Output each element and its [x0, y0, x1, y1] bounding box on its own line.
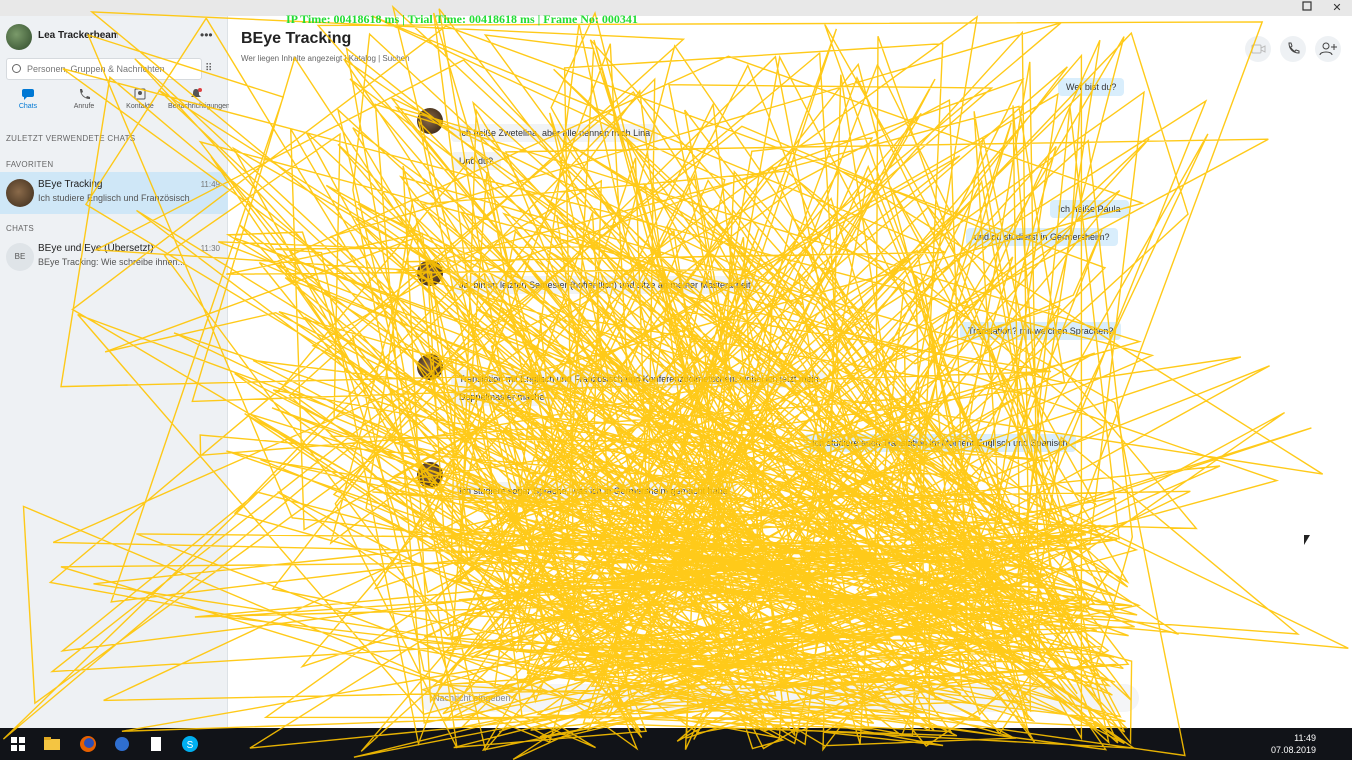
- avatar: [417, 354, 443, 380]
- message-in: Ich studiere sogar Sprache, was ich in G…: [451, 482, 736, 500]
- mouse-cursor-icon: [1304, 535, 1310, 545]
- bell-icon: [191, 88, 202, 97]
- close-icon[interactable]: ✕: [1322, 0, 1352, 16]
- taskbar: S 11:49 07.08.2019: [0, 728, 1352, 760]
- tab-chats[interactable]: Chats: [0, 88, 56, 110]
- message-in: Ja, bin im letzten Semester (hoffentlich…: [451, 276, 759, 294]
- nav-tabs: Chats Anrufe Kontakte Benachrichtigungen: [0, 86, 230, 124]
- conversation-pane: BEye Tracking Wer liegen Inhalte angezei…: [229, 16, 1352, 728]
- tab-notifications[interactable]: Benachrichtigungen: [168, 88, 230, 110]
- video-call-button[interactable]: [1245, 36, 1271, 62]
- maximize-icon[interactable]: [1292, 0, 1322, 16]
- avatar: [417, 108, 443, 134]
- message-compose-input[interactable]: Nachricht eingeben: [419, 684, 1139, 712]
- message-in: Ich heiße Zwetelina, aber alle nennen mi…: [451, 124, 659, 142]
- eyetracker-status-overlay: IP Time: 00418618 ms | Trial Time: 00418…: [286, 12, 638, 26]
- contacts-icon: [134, 88, 146, 100]
- svg-text:S: S: [187, 740, 194, 751]
- avatar: [417, 462, 443, 488]
- tab-calls-label: Anrufe: [73, 103, 95, 110]
- clock-time: 11:49: [1294, 733, 1316, 743]
- chat-icon: [22, 89, 34, 100]
- chat-title: BEye Tracking: [38, 179, 103, 190]
- document-icon[interactable]: [146, 734, 166, 754]
- profile-name[interactable]: Lea Trackerbeam: [38, 30, 118, 41]
- phone-icon: [1288, 42, 1300, 54]
- audio-call-button[interactable]: [1280, 36, 1306, 62]
- chat-time: 11:49: [200, 180, 220, 189]
- message-in: Und du?: [451, 152, 502, 170]
- skype-icon[interactable]: S: [180, 734, 200, 754]
- message-out: Wer bist du?: [1058, 78, 1125, 96]
- avatar: [6, 179, 34, 207]
- tab-calls[interactable]: Anrufe: [56, 88, 112, 110]
- avatar: [417, 260, 443, 286]
- group-avatar: BE: [6, 243, 34, 271]
- add-person-button[interactable]: [1315, 36, 1341, 62]
- chat-snippet: Ich studiere Englisch und Französisch: [38, 193, 190, 203]
- sidebar: Lea Trackerbeam ••• Personen, Gruppen & …: [0, 16, 230, 728]
- add-person-icon: [1319, 42, 1337, 56]
- app-icon[interactable]: [112, 734, 132, 754]
- search-input[interactable]: Personen, Gruppen & Nachrichten: [6, 58, 202, 80]
- window-titlebar: ✕: [0, 0, 1352, 16]
- message-out: Ich studiere auch Translation im Moment …: [804, 434, 1076, 452]
- profile-avatar[interactable]: [6, 24, 32, 50]
- video-call-icon: [1251, 44, 1266, 54]
- message-out: und du studierst in Germersheim?: [966, 228, 1118, 246]
- message-in: Translation mit Englisch und Französisch…: [451, 370, 827, 388]
- tab-contacts[interactable]: Kontakte: [112, 88, 168, 110]
- chats-label: CHATS: [6, 224, 35, 233]
- phone-icon: [80, 89, 90, 99]
- clock-date: 07.08.2019: [1270, 745, 1316, 755]
- favorites-label: FAVORITEN: [6, 160, 54, 169]
- file-explorer-icon[interactable]: [42, 734, 62, 754]
- dialpad-icon[interactable]: ⠿: [205, 63, 212, 74]
- search-icon: [12, 64, 21, 73]
- windows-start-icon[interactable]: [8, 734, 28, 754]
- chat-title: BEye und Eye (Übersetzt): [38, 243, 154, 254]
- message-in: Doppelmaster mache: [451, 388, 553, 406]
- conversation-subtitle: Wer liegen Inhalte angezeigt | Katalog |…: [241, 54, 410, 63]
- tab-chats-label: Chats: [18, 103, 38, 110]
- message-out: Ich heiße Paula: [1050, 200, 1129, 218]
- message-out: Translation? mit welchen Sprachen?: [960, 322, 1122, 340]
- chat-time: 11:30: [200, 244, 220, 253]
- chat-item-favorite[interactable]: BEye Tracking Ich studiere Englisch und …: [0, 172, 228, 214]
- conversation-title[interactable]: BEye Tracking: [241, 30, 351, 48]
- taskbar-clock[interactable]: 11:49 07.08.2019: [1271, 732, 1316, 756]
- tab-notifications-label: Benachrichtigungen: [168, 103, 230, 110]
- firefox-icon[interactable]: [78, 734, 98, 754]
- chat-item[interactable]: BE BEye und Eye (Übersetzt) BEye Trackin…: [0, 236, 228, 278]
- tab-contacts-label: Kontakte: [126, 103, 154, 110]
- chat-snippet: BEye Tracking: Wie schreibe ihnen...: [38, 257, 186, 267]
- recent-chats-label[interactable]: ZULETZT VERWENDETE CHATS: [6, 134, 135, 143]
- more-options-icon[interactable]: •••: [200, 28, 213, 42]
